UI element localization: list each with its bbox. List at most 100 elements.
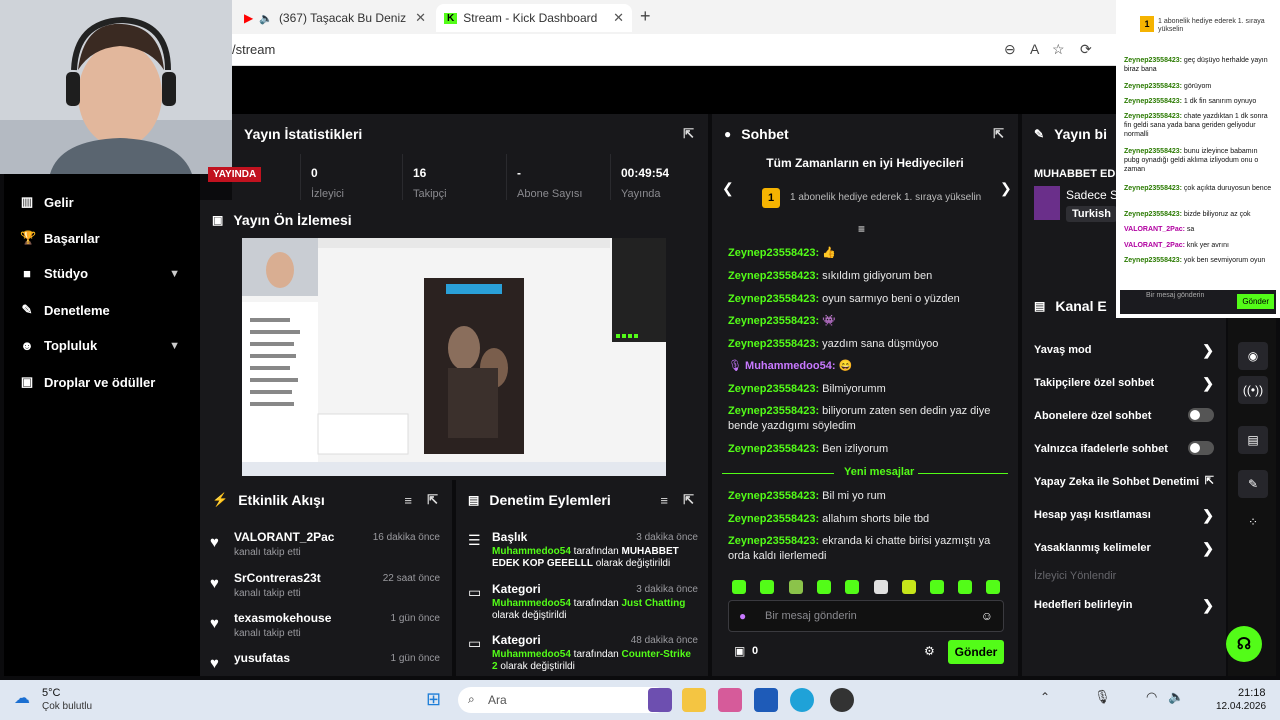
emote-icon[interactable] [845,580,859,594]
emote-icon[interactable] [760,580,774,594]
edge-browser-icon[interactable] [790,688,814,712]
emote-icon[interactable] [902,580,916,594]
broadcast-tool-icon[interactable]: ((•)) [1238,376,1268,404]
weather-temp[interactable]: 5°C [42,687,60,699]
url-text[interactable]: /stream [232,42,275,57]
favorite-star-icon[interactable]: ☆ [1052,41,1065,58]
browser-tab-youtube[interactable]: ▶ 🔈 (367) Taşacak Bu Deniz Fadime ✕ [236,4,434,32]
microphone-icon[interactable]: 🎙 [1094,689,1111,705]
close-tab-icon[interactable]: ✕ [613,10,624,26]
stream-preview-video[interactable] [242,238,666,476]
send-button[interactable]: Gönder [948,640,1004,664]
chevron-right-icon[interactable]: ❯ [1000,180,1012,197]
wrench-tool-icon[interactable]: ✎ [1238,470,1268,498]
emote-icon[interactable] [986,580,1000,594]
new-messages-divider[interactable]: Yeni mesajlar [722,466,1008,480]
mic-icon: ● [739,609,747,623]
weather-desc[interactable]: Çok bulutlu [42,701,92,712]
overlay-message: Zeynep23558423: 1 dk fin sanırım oynuyo [1124,98,1257,105]
tag-chip: Turkish [1066,206,1117,222]
sidebar-item-studyo[interactable]: ■ Stüdyo ▼ [20,266,180,281]
sidebar-item-label: Droplar ve ödüller [44,374,156,390]
emote-icon[interactable] [874,580,888,594]
list-item: ♥ texasmokehouse kanalı takip etti 1 gün… [200,611,452,651]
obs-icon[interactable] [830,688,854,712]
filter-icon[interactable]: ≡ [404,493,412,508]
collapse-icon[interactable]: ≡ [858,222,865,236]
top-gifters-title: Tüm Zamanların en iyi Hediyecileri [766,156,964,170]
read-aloud-icon[interactable]: A [1030,41,1039,57]
emote-icon[interactable] [789,580,803,594]
sidebar-item-topluluk[interactable]: ☻ Topluluk ▼ [20,338,180,353]
emote-icon[interactable] [958,580,972,594]
sidebar-item-gelir[interactable]: ▥ Gelir [20,194,180,210]
chat-input[interactable]: ● Bir mesaj gönderin ☺ [728,600,1004,632]
setting-slow-mode[interactable]: Yavaş mod ❯ [1034,342,1214,358]
people-icon: ☻ [20,338,34,353]
setting-goals[interactable]: Hedefleri belirleyin ❯ [1034,597,1214,613]
stat-uptime: 00:49:54 Yayında [610,154,708,200]
volume-icon[interactable]: 🔈 [1168,689,1184,705]
chat-message: Zeynep23558423: 👾 [728,315,836,327]
stat-label: Takipçi [413,188,447,200]
filter-icon[interactable]: ≡ [660,493,668,508]
sidebar: ▥ Gelir 🏆 Başarılar ■ Stüdyo ▼ ✎ Denetle… [4,174,200,676]
zoom-icon[interactable]: ⊖ [1004,41,1016,58]
emote-icon[interactable] [930,580,944,594]
event-user[interactable]: SrContreras23t [234,571,321,585]
event-time: 1 gün önce [390,653,441,664]
file-explorer-icon[interactable] [682,688,706,712]
event-user[interactable]: yusufatas [234,651,290,665]
app-icon[interactable] [648,688,672,712]
popout-icon[interactable]: ⇱ [993,126,1004,142]
popout-icon[interactable]: ⇱ [683,126,694,142]
setting-emotes-only[interactable]: Yalnızca ifadelerle sohbet [1034,441,1214,455]
address-bar[interactable]: /stream ⊖ A ☆ ⟳ [232,34,1116,66]
setting-followers-only[interactable]: Takipçilere özel sohbet ❯ [1034,375,1214,391]
weather-icon[interactable]: ☁ [14,688,30,708]
overlay-gifter-text: 1 abonelik hediye ederek 1. sıraya yükse… [1158,18,1265,33]
stat-subscribers: - Abone Sayısı [506,154,610,200]
sidebar-item-droplar[interactable]: ▣ Droplar ve ödüller [20,374,180,390]
settings-gear-icon[interactable]: ⚙ [924,644,935,658]
search-placeholder: Ara [488,693,507,707]
popout-icon[interactable]: ⇱ [683,492,694,508]
chat-message: 🎙 Muhammedoo54: 😄 [728,360,853,372]
app-icon[interactable] [718,688,742,712]
close-tab-icon[interactable]: ✕ [415,10,426,26]
extensions-icon[interactable]: ⟳ [1080,41,1092,58]
clock-time[interactable]: 21:18 [1238,687,1266,699]
share-tool-icon[interactable]: ⁘ [1238,508,1268,536]
sidebar-item-denetleme[interactable]: ✎ Denetleme [20,302,180,318]
speaker-icon[interactable]: 🔈 [259,12,273,25]
setting-ai-moderation[interactable]: Yapay Zeka ile Sohbet Denetimi ⇱ [1034,475,1214,488]
chevron-right-icon: ❯ [1202,540,1214,556]
browser-tab-kick[interactable]: K Stream - Kick Dashboard ✕ [436,4,632,32]
wifi-icon[interactable]: ◠ [1146,689,1157,705]
popout-icon[interactable]: ⇱ [427,492,438,508]
store-icon[interactable] [754,688,778,712]
event-time: 16 dakika önce [372,532,440,543]
clock-date[interactable]: 12.04.2026 [1216,701,1266,712]
emoji-icon[interactable]: ☺ [981,609,993,623]
chevron-left-icon[interactable]: ❮ [722,180,734,197]
overlay-input-placeholder: Bir mesaj gönderin [1146,292,1205,299]
setting-banned-words[interactable]: Yasaklanmış kelimeler ❯ [1034,540,1214,556]
stream-title[interactable]: MUHABBET EDE [1034,168,1123,180]
kick-icon: K [444,12,458,24]
chevron-up-icon[interactable]: ⌃ [1040,690,1050,704]
taskbar-search[interactable]: ⌕ Ara [458,687,668,713]
support-headset-button[interactable]: ☊ [1226,626,1262,662]
event-user[interactable]: VALORANT_2Pac [234,530,334,544]
setting-subscribers-only[interactable]: Abonelere özel sohbet [1034,408,1214,422]
setting-account-age[interactable]: Hesap yaşı kısıtlaması ❯ [1034,507,1214,523]
event-user[interactable]: texasmokehouse [234,611,331,625]
emote-icon[interactable] [817,580,831,594]
emote-icon[interactable] [732,580,746,594]
chat-tool-icon[interactable]: ◉ [1238,342,1268,370]
windows-start-icon[interactable]: ⊞ [426,689,441,710]
sidebar-item-basarilar[interactable]: 🏆 Başarılar [20,230,180,246]
new-tab-icon[interactable]: + [640,6,651,27]
points-icon[interactable]: ▣ [734,644,745,658]
layout-tool-icon[interactable]: ▤ [1238,426,1268,454]
